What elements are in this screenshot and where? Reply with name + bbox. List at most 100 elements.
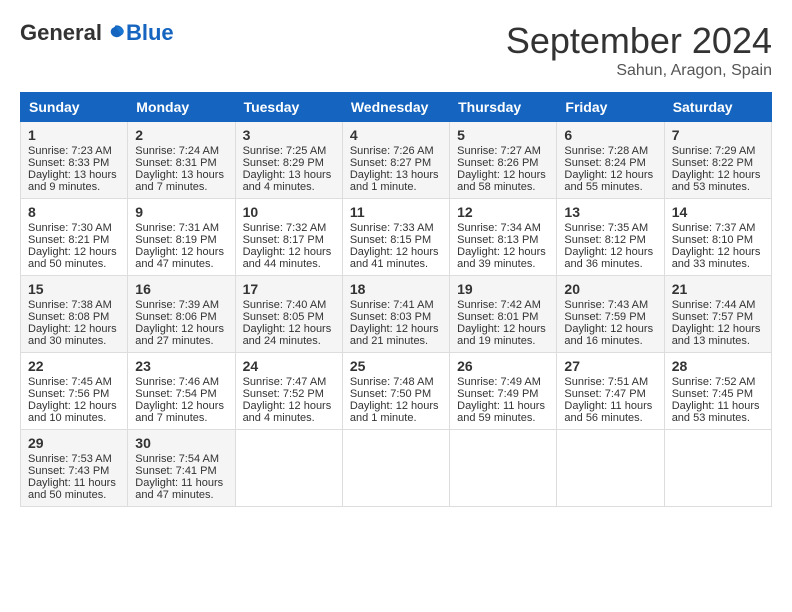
calendar-cell-week1-friday: 6 Sunrise: 7:28 AM Sunset: 8:24 PM Dayli… — [557, 122, 664, 199]
daylight-text: Daylight: 13 hours and 7 minutes. — [135, 169, 224, 193]
daylight-text: Daylight: 11 hours and 56 minutes. — [564, 400, 652, 424]
sunrise-text: Sunrise: 7:38 AM — [28, 299, 112, 311]
daylight-text: Daylight: 13 hours and 9 minutes. — [28, 169, 117, 193]
calendar-week-2: 8 Sunrise: 7:30 AM Sunset: 8:21 PM Dayli… — [21, 199, 772, 276]
sunset-text: Sunset: 8:01 PM — [457, 311, 538, 323]
calendar-cell-week1-monday: 2 Sunrise: 7:24 AM Sunset: 8:31 PM Dayli… — [128, 122, 235, 199]
sunset-text: Sunset: 8:06 PM — [135, 311, 216, 323]
sunrise-text: Sunrise: 7:25 AM — [243, 145, 327, 157]
sunset-text: Sunset: 7:41 PM — [135, 465, 216, 477]
sunrise-text: Sunrise: 7:32 AM — [243, 222, 327, 234]
sunset-text: Sunset: 8:08 PM — [28, 311, 109, 323]
header-thursday: Thursday — [450, 93, 557, 122]
sunset-text: Sunset: 7:43 PM — [28, 465, 109, 477]
calendar-cell-week3-friday: 20 Sunrise: 7:43 AM Sunset: 7:59 PM Dayl… — [557, 276, 664, 353]
day-number: 3 — [243, 127, 335, 143]
calendar-table: Sunday Monday Tuesday Wednesday Thursday… — [20, 92, 772, 507]
sunset-text: Sunset: 8:31 PM — [135, 157, 216, 169]
calendar-week-4: 22 Sunrise: 7:45 AM Sunset: 7:56 PM Dayl… — [21, 353, 772, 430]
calendar-cell-week4-friday: 27 Sunrise: 7:51 AM Sunset: 7:47 PM Dayl… — [557, 353, 664, 430]
day-number: 2 — [135, 127, 227, 143]
header-sunday: Sunday — [21, 93, 128, 122]
day-number: 27 — [564, 358, 656, 374]
daylight-text: Daylight: 13 hours and 1 minute. — [350, 169, 439, 193]
daylight-text: Daylight: 12 hours and 39 minutes. — [457, 246, 546, 270]
calendar-cell-week4-thursday: 26 Sunrise: 7:49 AM Sunset: 7:49 PM Dayl… — [450, 353, 557, 430]
calendar-cell-week5-monday: 30 Sunrise: 7:54 AM Sunset: 7:41 PM Dayl… — [128, 430, 235, 507]
day-number: 6 — [564, 127, 656, 143]
daylight-text: Daylight: 12 hours and 33 minutes. — [672, 246, 761, 270]
sunrise-text: Sunrise: 7:23 AM — [28, 145, 112, 157]
sunset-text: Sunset: 7:59 PM — [564, 311, 645, 323]
sunset-text: Sunset: 8:26 PM — [457, 157, 538, 169]
calendar-cell-week5-thursday — [450, 430, 557, 507]
sunrise-text: Sunrise: 7:42 AM — [457, 299, 541, 311]
sunset-text: Sunset: 7:56 PM — [28, 388, 109, 400]
day-number: 12 — [457, 204, 549, 220]
sunset-text: Sunset: 8:27 PM — [350, 157, 431, 169]
daylight-text: Daylight: 11 hours and 53 minutes. — [672, 400, 760, 424]
daylight-text: Daylight: 12 hours and 55 minutes. — [564, 169, 653, 193]
daylight-text: Daylight: 12 hours and 1 minute. — [350, 400, 439, 424]
calendar-cell-week2-monday: 9 Sunrise: 7:31 AM Sunset: 8:19 PM Dayli… — [128, 199, 235, 276]
sunrise-text: Sunrise: 7:41 AM — [350, 299, 434, 311]
calendar-cell-week2-sunday: 8 Sunrise: 7:30 AM Sunset: 8:21 PM Dayli… — [21, 199, 128, 276]
day-number: 14 — [672, 204, 764, 220]
calendar-week-3: 15 Sunrise: 7:38 AM Sunset: 8:08 PM Dayl… — [21, 276, 772, 353]
calendar-cell-week4-tuesday: 24 Sunrise: 7:47 AM Sunset: 7:52 PM Dayl… — [235, 353, 342, 430]
calendar-cell-week1-wednesday: 4 Sunrise: 7:26 AM Sunset: 8:27 PM Dayli… — [342, 122, 449, 199]
sunrise-text: Sunrise: 7:26 AM — [350, 145, 434, 157]
calendar-cell-week2-thursday: 12 Sunrise: 7:34 AM Sunset: 8:13 PM Dayl… — [450, 199, 557, 276]
month-title: September 2024 — [506, 20, 772, 62]
daylight-text: Daylight: 12 hours and 16 minutes. — [564, 323, 653, 347]
day-number: 13 — [564, 204, 656, 220]
sunset-text: Sunset: 7:45 PM — [672, 388, 753, 400]
calendar-week-1: 1 Sunrise: 7:23 AM Sunset: 8:33 PM Dayli… — [21, 122, 772, 199]
calendar-cell-week3-saturday: 21 Sunrise: 7:44 AM Sunset: 7:57 PM Dayl… — [664, 276, 771, 353]
calendar-cell-week3-monday: 16 Sunrise: 7:39 AM Sunset: 8:06 PM Dayl… — [128, 276, 235, 353]
sunset-text: Sunset: 8:15 PM — [350, 234, 431, 246]
sunset-text: Sunset: 8:19 PM — [135, 234, 216, 246]
sunset-text: Sunset: 8:21 PM — [28, 234, 109, 246]
page-header: General Blue September 2024 Sahun, Arago… — [20, 20, 772, 80]
calendar-cell-week1-sunday: 1 Sunrise: 7:23 AM Sunset: 8:33 PM Dayli… — [21, 122, 128, 199]
day-number: 23 — [135, 358, 227, 374]
day-number: 25 — [350, 358, 442, 374]
daylight-text: Daylight: 12 hours and 21 minutes. — [350, 323, 439, 347]
sunset-text: Sunset: 8:03 PM — [350, 311, 431, 323]
calendar-cell-week2-wednesday: 11 Sunrise: 7:33 AM Sunset: 8:15 PM Dayl… — [342, 199, 449, 276]
sunrise-text: Sunrise: 7:28 AM — [564, 145, 648, 157]
daylight-text: Daylight: 12 hours and 27 minutes. — [135, 323, 224, 347]
calendar-cell-week2-tuesday: 10 Sunrise: 7:32 AM Sunset: 8:17 PM Dayl… — [235, 199, 342, 276]
calendar-cell-week5-saturday — [664, 430, 771, 507]
day-number: 30 — [135, 435, 227, 451]
sunrise-text: Sunrise: 7:40 AM — [243, 299, 327, 311]
sunrise-text: Sunrise: 7:43 AM — [564, 299, 648, 311]
sunrise-text: Sunrise: 7:31 AM — [135, 222, 219, 234]
sunrise-text: Sunrise: 7:47 AM — [243, 376, 327, 388]
sunrise-text: Sunrise: 7:54 AM — [135, 453, 219, 465]
day-number: 10 — [243, 204, 335, 220]
daylight-text: Daylight: 12 hours and 53 minutes. — [672, 169, 761, 193]
day-number: 16 — [135, 281, 227, 297]
title-block: September 2024 Sahun, Aragon, Spain — [506, 20, 772, 80]
daylight-text: Daylight: 12 hours and 58 minutes. — [457, 169, 546, 193]
daylight-text: Daylight: 11 hours and 47 minutes. — [135, 477, 223, 501]
sunset-text: Sunset: 7:57 PM — [672, 311, 753, 323]
daylight-text: Daylight: 12 hours and 7 minutes. — [135, 400, 224, 424]
day-number: 7 — [672, 127, 764, 143]
header-saturday: Saturday — [664, 93, 771, 122]
sunset-text: Sunset: 7:49 PM — [457, 388, 538, 400]
sunrise-text: Sunrise: 7:51 AM — [564, 376, 648, 388]
calendar-cell-week4-wednesday: 25 Sunrise: 7:48 AM Sunset: 7:50 PM Dayl… — [342, 353, 449, 430]
sunset-text: Sunset: 8:10 PM — [672, 234, 753, 246]
day-number: 15 — [28, 281, 120, 297]
sunrise-text: Sunrise: 7:53 AM — [28, 453, 112, 465]
calendar-cell-week1-tuesday: 3 Sunrise: 7:25 AM Sunset: 8:29 PM Dayli… — [235, 122, 342, 199]
calendar-cell-week5-wednesday — [342, 430, 449, 507]
day-number: 5 — [457, 127, 549, 143]
calendar-cell-week4-monday: 23 Sunrise: 7:46 AM Sunset: 7:54 PM Dayl… — [128, 353, 235, 430]
sunrise-text: Sunrise: 7:45 AM — [28, 376, 112, 388]
sunset-text: Sunset: 8:24 PM — [564, 157, 645, 169]
sunrise-text: Sunrise: 7:30 AM — [28, 222, 112, 234]
